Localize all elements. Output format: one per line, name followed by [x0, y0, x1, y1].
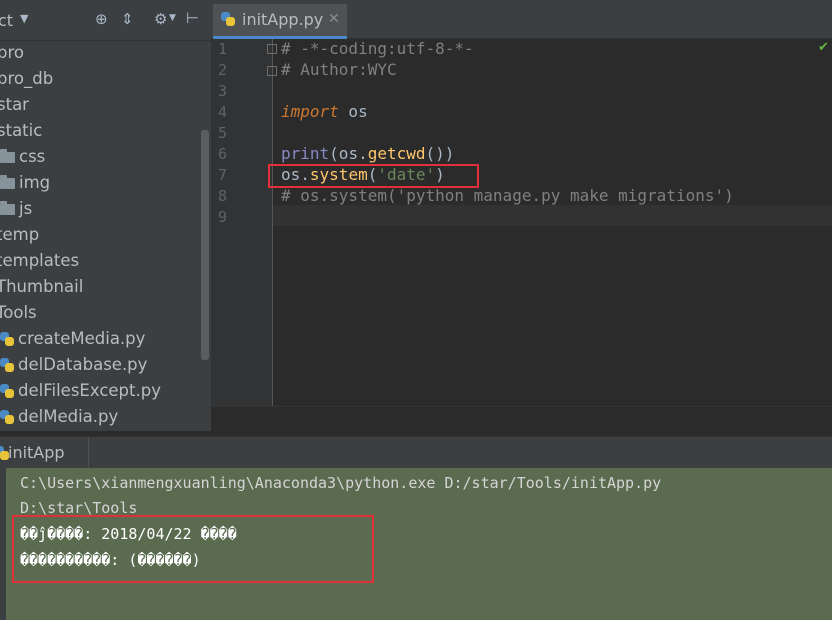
line-number: 9 — [218, 208, 228, 226]
tree-item[interactable]: delMedia.py — [0, 404, 118, 430]
comment-text: # os.system('python manage.py make migra… — [281, 186, 734, 205]
line-number: 7 — [218, 166, 228, 184]
tree-item-label: pro_db — [0, 69, 54, 88]
tree-item[interactable]: temp — [0, 222, 39, 248]
project-scrollbar[interactable] — [201, 130, 209, 360]
folder-icon — [0, 201, 15, 215]
line-number: 8 — [218, 187, 228, 205]
line-number: 3 — [218, 82, 228, 100]
run-panel-header: initApp — [0, 436, 832, 469]
tree-item[interactable]: createMedia.py — [0, 326, 145, 352]
comment-text: # -*-coding:utf-8-*- — [281, 39, 474, 58]
tree-item[interactable]: pro — [0, 40, 24, 66]
folder-icon — [0, 149, 15, 163]
code-text: os — [338, 102, 368, 121]
tree-item-label: js — [19, 199, 33, 218]
tree-item-label: pro — [0, 43, 24, 62]
python-file-icon — [0, 384, 14, 398]
tree-item[interactable]: Tools — [0, 300, 37, 326]
tree-item-label: img — [19, 173, 51, 192]
collapse-all-icon[interactable]: ⇕ — [121, 10, 134, 28]
panel-divider — [0, 431, 211, 434]
tree-item[interactable]: js — [0, 196, 32, 222]
tree-item-label: Tools — [0, 303, 37, 322]
gutter-divider — [272, 39, 273, 406]
python-file-icon — [0, 410, 14, 424]
dropdown-arrow-icon[interactable]: ▼ — [20, 12, 28, 25]
tab-label: initApp.py — [242, 10, 324, 29]
line-number: 1 — [218, 40, 228, 58]
hide-panel-icon[interactable]: ⊢ — [186, 9, 199, 27]
tree-item-label: temp — [0, 225, 40, 244]
code-text: ()) — [425, 144, 455, 163]
tree-item-label: delMedia.py — [18, 407, 119, 426]
tree-item-label: delDatabase.py — [18, 355, 148, 374]
checkmark-icon: ✔ — [818, 40, 829, 55]
run-tab-title[interactable]: initApp — [8, 443, 65, 462]
builtin-text: print — [281, 144, 330, 163]
run-tab-separator — [88, 437, 89, 469]
tree-item-label: delFilesExcept.py — [18, 381, 161, 400]
tree-item-label: css — [19, 147, 46, 166]
line-number: 5 — [218, 124, 228, 142]
tree-item[interactable]: templates — [0, 248, 79, 274]
settings-dropdown-icon[interactable]: ▼ — [169, 13, 176, 23]
tree-item[interactable]: pro_db — [0, 66, 53, 92]
tree-item[interactable]: star — [0, 92, 29, 118]
editor-footer — [211, 406, 832, 435]
code-editor[interactable] — [211, 39, 832, 434]
line-number: 6 — [218, 145, 228, 163]
function-text: getcwd — [367, 144, 426, 163]
tree-item-label: createMedia.py — [18, 329, 146, 348]
tree-item-label: templates — [0, 251, 80, 270]
current-line-highlight — [211, 205, 832, 226]
line-number: 2 — [218, 61, 228, 79]
tree-item[interactable]: delDatabase.py — [0, 352, 147, 378]
locate-target-icon[interactable]: ⊕ — [95, 10, 108, 28]
tab-initapp[interactable]: initApp.py ✕ — [213, 4, 347, 39]
fold-marker-icon[interactable] — [267, 66, 277, 76]
folder-icon — [0, 175, 15, 189]
tree-item[interactable]: delFilesExcept.py — [0, 378, 161, 404]
project-view-title[interactable]: ct — [0, 11, 13, 30]
gear-icon[interactable]: ⚙ — [154, 10, 167, 28]
fold-marker-icon[interactable] — [267, 44, 277, 54]
code-line: # Author:WYC — [281, 60, 397, 79]
line-number: 4 — [218, 103, 228, 121]
tree-item[interactable]: Thumbnail — [0, 274, 83, 300]
python-file-icon — [221, 12, 235, 26]
python-file-icon — [0, 332, 14, 346]
console-line: C:\Users\xianmengxuanling\Anaconda3\pyth… — [20, 474, 662, 492]
tree-item[interactable]: img — [0, 170, 50, 196]
code-line: # -*-coding:utf-8-*- — [281, 39, 474, 58]
project-panel: ct ▼ ⊕ ⇕ ⚙ ▼ ⊢ pro pro_db star static cs… — [0, 0, 211, 434]
comment-text: # Author:WYC — [281, 60, 397, 79]
tree-item-label: Thumbnail — [0, 277, 84, 296]
tree-item[interactable]: css — [0, 144, 45, 170]
code-line: import os — [281, 102, 368, 121]
keyword-text: import — [281, 102, 339, 121]
tree-item[interactable]: static — [0, 118, 42, 144]
code-text: (os. — [329, 144, 368, 163]
project-toolbar: ct ▼ ⊕ ⇕ ⚙ ▼ ⊢ — [0, 0, 211, 41]
code-line: # os.system('python manage.py make migra… — [281, 186, 734, 205]
python-file-icon — [0, 358, 14, 372]
code-line: print(os.getcwd()) — [281, 144, 454, 163]
highlight-box — [268, 164, 479, 188]
close-icon[interactable]: ✕ — [328, 11, 340, 27]
tree-item-label: star — [0, 95, 29, 114]
output-highlight-box — [12, 515, 374, 583]
tree-item-label: static — [0, 121, 43, 140]
